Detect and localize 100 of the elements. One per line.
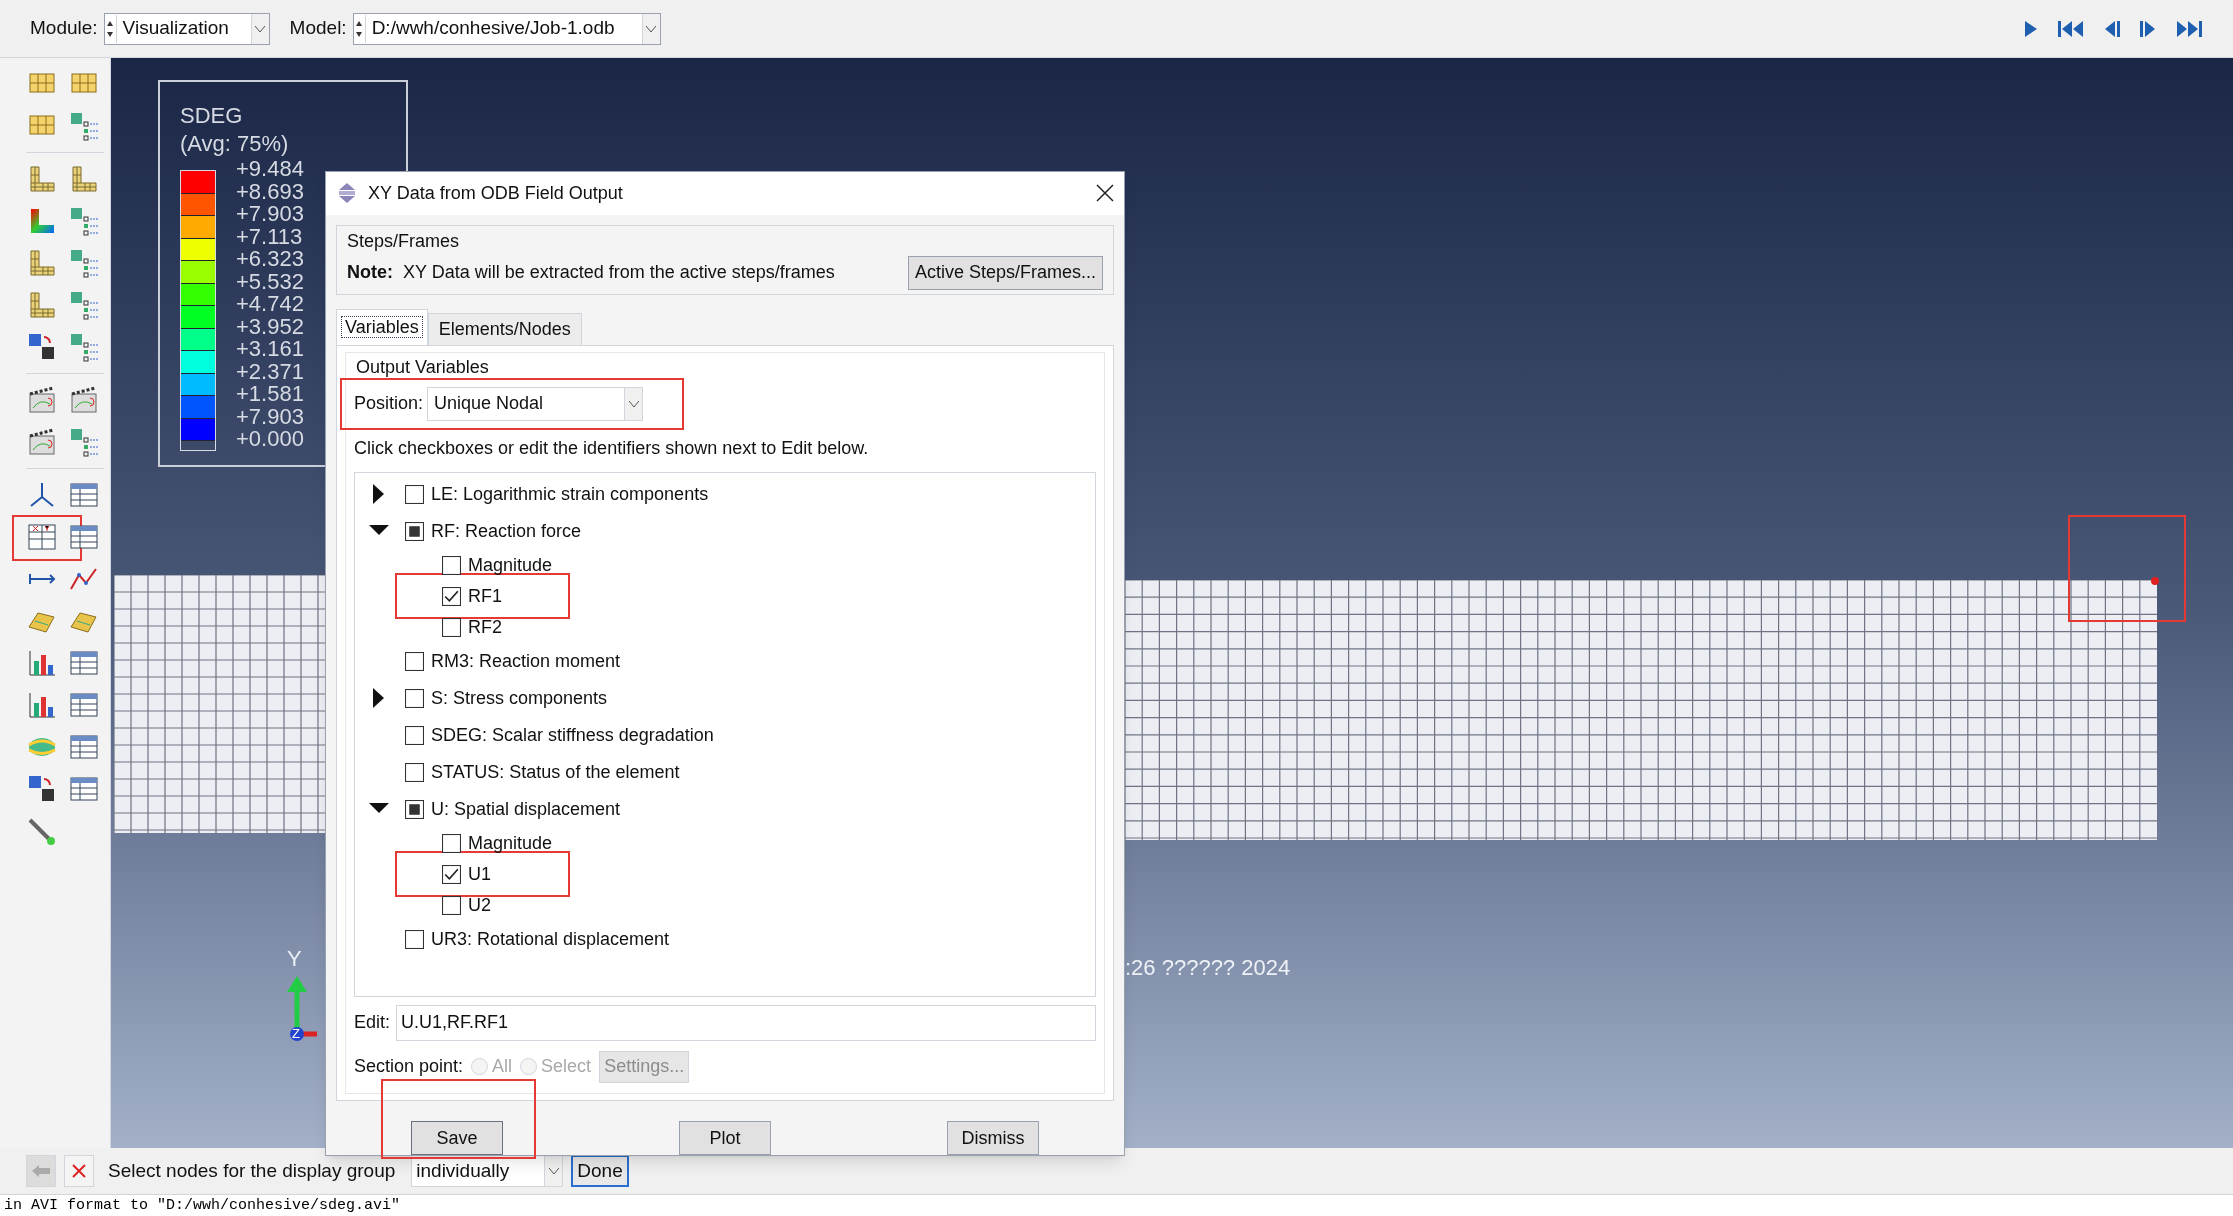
legend-list-icon[interactable] — [68, 110, 100, 142]
legend-list-icon[interactable] — [68, 205, 100, 237]
done-button[interactable]: Done — [571, 1155, 629, 1187]
group-title: Steps/Frames — [347, 229, 461, 252]
play-icon[interactable] — [2023, 19, 2039, 38]
next-frame-icon[interactable] — [2139, 19, 2157, 38]
edit-label: Edit: — [354, 1011, 391, 1035]
group-title: Output Variables — [356, 355, 490, 379]
position-dropdown[interactable]: Unique Nodal — [427, 386, 644, 421]
xy-table-icon[interactable] — [26, 521, 58, 553]
date-text: :26 ?????? 2024 — [1125, 954, 1291, 982]
tree-item[interactable]: RF2 — [355, 611, 1095, 643]
last-frame-icon[interactable] — [2175, 19, 2203, 38]
first-frame-icon[interactable] — [2057, 19, 2085, 38]
position-label: Position: — [354, 392, 424, 416]
legend-list-icon[interactable] — [68, 247, 100, 279]
legend-value: +3.952 — [236, 315, 304, 338]
close-icon — [71, 1163, 87, 1179]
spinner-icon[interactable] — [104, 14, 117, 43]
model-dropdown[interactable]: D:/wwh/conhesive/Job-1.odb — [352, 12, 661, 45]
checkbox[interactable] — [405, 651, 424, 671]
tree-item-label: RF2 — [468, 615, 502, 639]
tree-item[interactable]: RM3: Reaction moment — [355, 642, 1095, 680]
checkbox[interactable] — [442, 555, 461, 575]
tree-item-label: RF: Reaction force — [431, 519, 582, 543]
tree-item[interactable]: Magnitude — [355, 549, 1095, 581]
edit-field[interactable]: U.U1,RF.RF1 — [396, 1004, 1096, 1041]
prompt-text: Select nodes for the display group — [108, 1158, 396, 1183]
film-icon[interactable] — [26, 426, 58, 458]
tree-item[interactable]: RF1 — [355, 580, 1095, 612]
tab[interactable]: Variables — [336, 308, 428, 345]
checkbox[interactable] — [442, 895, 461, 915]
dialog-icon — [336, 182, 358, 205]
tree-item[interactable]: U2 — [355, 889, 1095, 921]
checkbox[interactable] — [405, 799, 424, 819]
module-dropdown[interactable]: Visualization — [103, 12, 270, 45]
hint-text: Click checkboxes or edit the identifiers shown next to Edit below. — [354, 436, 870, 460]
legend-value: +4.742 — [236, 293, 304, 316]
legend-value: +5.532 — [236, 270, 304, 293]
legend-subtitle: (Avg: 75%) — [180, 130, 290, 158]
checkbox[interactable] — [405, 688, 424, 708]
triad-z-label: Z — [292, 1027, 300, 1040]
tab[interactable]: Elements/Nodes — [427, 312, 582, 345]
tree-item[interactable]: RF: Reaction force — [355, 512, 1095, 550]
close-icon[interactable] — [1096, 184, 1114, 203]
tree-item-label: S: Stress components — [431, 686, 608, 710]
checkbox[interactable] — [442, 864, 461, 884]
message-text: in AVI format to "D:/wwh/conhesive/sdeg.avi" — [4, 1196, 401, 1215]
tree-item[interactable]: STATUS: Status of the element — [355, 753, 1095, 791]
legend-title: SDEG — [180, 102, 244, 130]
tree-item-label: UR3: Rotational displacement — [431, 927, 670, 951]
back-arrow-icon — [31, 1164, 51, 1178]
film-icon[interactable] — [68, 384, 100, 416]
active-steps-button[interactable]: Active Steps/Frames... — [907, 255, 1103, 290]
tree-item-label: RF1 — [468, 584, 502, 608]
checkbox[interactable] — [405, 929, 424, 949]
tree-item-label: RM3: Reaction moment — [431, 649, 621, 673]
legend-value: +9.484 — [236, 158, 304, 181]
legend-list-icon[interactable] — [68, 426, 100, 458]
tree-item[interactable]: U1 — [355, 858, 1095, 890]
checkbox[interactable] — [405, 521, 424, 541]
checkbox[interactable] — [405, 484, 424, 504]
tree-item[interactable]: SDEG: Scalar stiffness degradation — [355, 716, 1095, 754]
legend-value: +7.903 — [236, 405, 304, 428]
legend-value: +2.371 — [236, 360, 304, 383]
checkbox[interactable] — [442, 586, 461, 606]
legend-value: +3.161 — [236, 338, 304, 361]
checkbox[interactable] — [442, 617, 461, 637]
tree-item[interactable]: UR3: Rotational displacement — [355, 920, 1095, 958]
cancel-button[interactable] — [64, 1155, 94, 1187]
legend-list-icon[interactable] — [68, 331, 100, 363]
note-text: Note: XY Data will be extracted from the active steps/frames — [347, 261, 835, 285]
legend-value: +7.113 — [236, 225, 304, 248]
tree-item-label: Magnitude — [468, 553, 553, 577]
tree-item-label: Magnitude — [468, 831, 553, 855]
tree-item-label: SDEG: Scalar stiffness degradation — [431, 723, 714, 747]
tree-item[interactable]: Magnitude — [355, 827, 1095, 859]
previous-frame-icon[interactable] — [2103, 19, 2121, 38]
legend-value: +7.903 — [236, 203, 304, 226]
dialog-button[interactable]: Save — [411, 1121, 503, 1155]
tree-item-label: STATUS: Status of the element — [431, 760, 680, 784]
checkbox[interactable] — [405, 762, 424, 782]
module-label: Module: — [30, 16, 98, 41]
legend-value: +1.581 — [236, 383, 304, 406]
checkbox[interactable] — [442, 833, 461, 853]
dialog-button[interactable]: Dismiss — [947, 1121, 1039, 1155]
legend-value: +6.323 — [236, 248, 304, 271]
radio-label: Select — [541, 1055, 592, 1079]
model-label: Model: — [289, 16, 347, 41]
tree-item[interactable]: S: Stress components — [355, 679, 1095, 717]
tree-item[interactable]: U: Spatial displacement — [355, 790, 1095, 828]
legend-value: +8.693 — [236, 180, 304, 203]
checkbox[interactable] — [405, 725, 424, 745]
tree-item[interactable]: LE: Logarithmic strain components — [355, 475, 1095, 513]
legend-list-icon[interactable] — [68, 289, 100, 321]
dialog-button[interactable]: Plot — [679, 1121, 771, 1155]
film-icon[interactable] — [26, 384, 58, 416]
tree-item-label: U: Spatial displacement — [431, 797, 621, 821]
node-marker-icon — [2151, 577, 2159, 585]
spinner-icon[interactable] — [353, 14, 366, 43]
